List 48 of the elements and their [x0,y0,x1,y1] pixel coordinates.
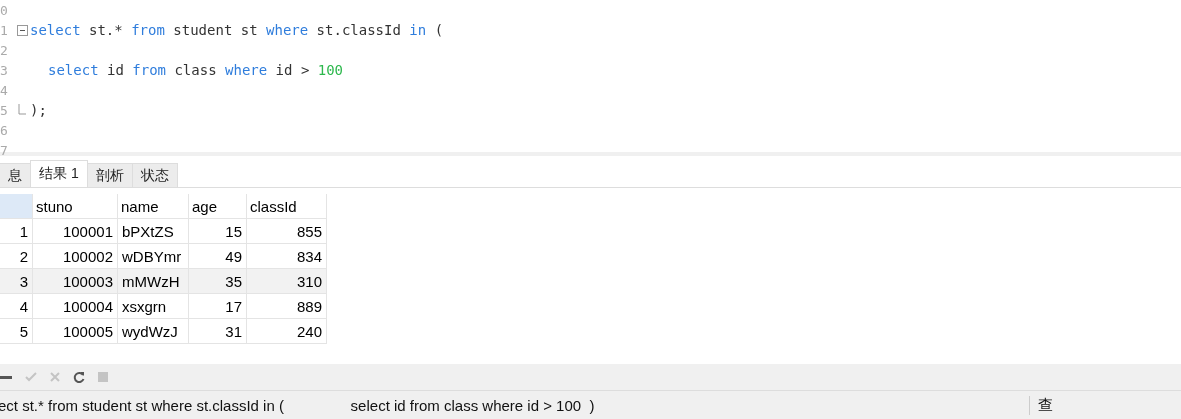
table-cell: wydWzJ [118,319,189,344]
row-number[interactable]: 4 [0,294,33,319]
status-text: 查 [1029,395,1061,415]
table-cell: 31 [189,319,247,344]
fold-collapse-icon[interactable] [16,24,28,36]
line-number: 2 [0,42,9,58]
fold-end-icon [18,104,26,116]
table-cell: xsxgrn [118,294,189,319]
table-cell: 855 [247,219,327,244]
code-line: select st.* from student st where st.classId in ( [30,22,444,38]
line-number: 1 [0,22,9,38]
result-tab[interactable]: 息 [0,163,31,187]
result-tab[interactable]: 状态 [131,163,178,187]
line-number: 4 [0,82,9,98]
table-cell: 100004 [33,294,118,319]
table-cell: 100001 [33,219,118,244]
code-line: ); [30,102,47,118]
table-cell: mMWzH [118,269,189,294]
row-number[interactable]: 3 [0,269,33,294]
row-number[interactable]: 5 [0,319,33,344]
line-number: 7 [0,142,9,158]
table-cell: 100003 [33,269,118,294]
result-tab[interactable]: 剖析 [86,163,133,187]
line-number: 0 [0,2,9,18]
corner-cell [0,194,33,219]
column-header[interactable]: name [118,194,189,219]
table-cell: 15 [189,219,247,244]
table-cell: 100005 [33,319,118,344]
table-cell: 889 [247,294,327,319]
table-cell: wDBYmr [118,244,189,269]
table-cell: bPXtZS [118,219,189,244]
line-number: 5 [0,102,9,118]
code-line: select id from class where id > 100 [48,62,344,78]
refresh-icon[interactable] [72,370,86,384]
row-number[interactable]: 1 [0,219,33,244]
column-header[interactable]: stuno [33,194,118,219]
table-cell: 100002 [33,244,118,269]
column-header[interactable]: classId [247,194,327,219]
table-cell: 17 [189,294,247,319]
column-header[interactable]: age [189,194,247,219]
table-cell: 310 [247,269,327,294]
table-cell: 49 [189,244,247,269]
table-cell: 240 [247,319,327,344]
line-number: 3 [0,62,9,78]
table-cell: 834 [247,244,327,269]
line-number: 6 [0,122,9,138]
row-number[interactable]: 2 [0,244,33,269]
table-cell: 35 [189,269,247,294]
